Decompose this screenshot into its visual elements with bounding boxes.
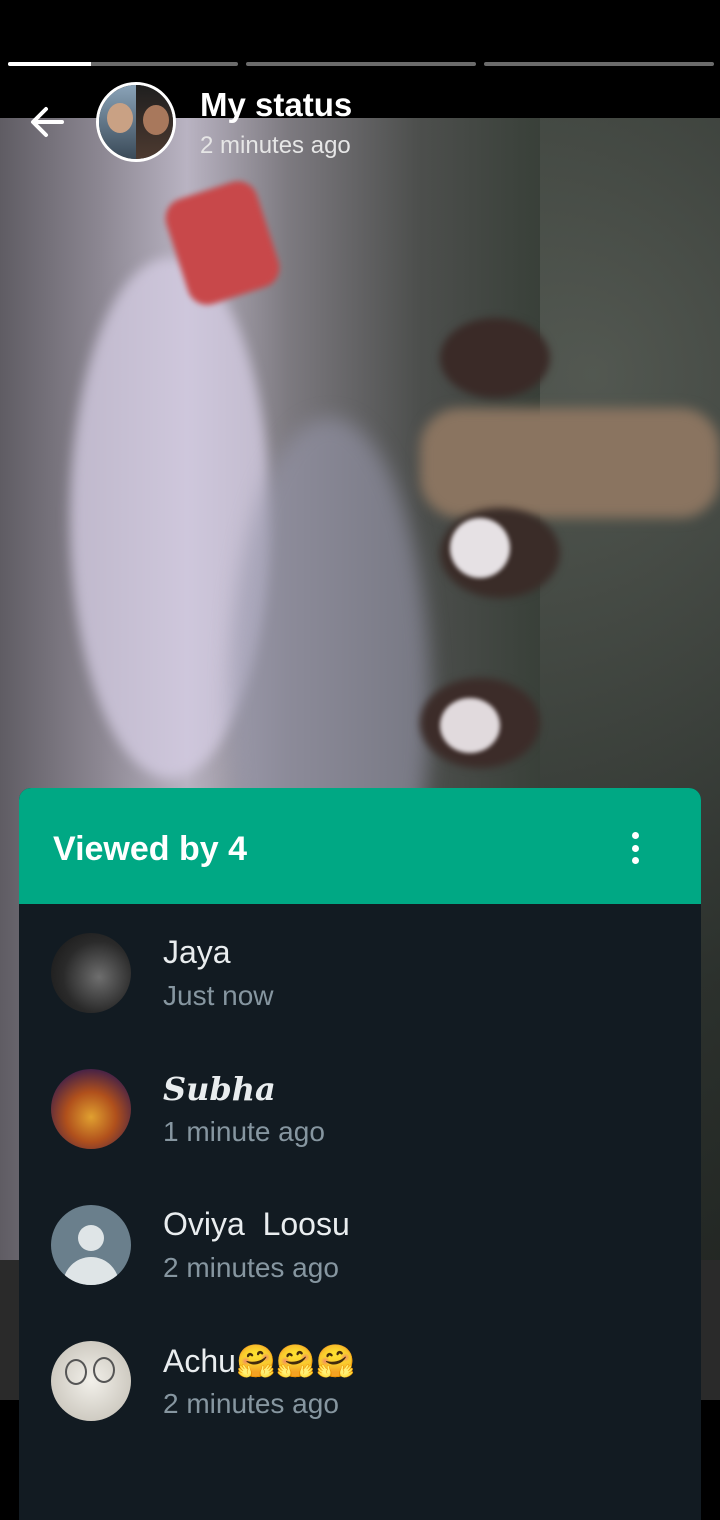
person-icon-head (78, 1225, 104, 1251)
viewer-time: 2 minutes ago (163, 1252, 339, 1283)
progress-segment (246, 62, 476, 66)
viewed-by-header: Viewed by 4 (19, 788, 701, 904)
viewer-time: Just now (163, 980, 274, 1011)
status-title: My status (200, 86, 353, 123)
more-vertical-icon (631, 857, 639, 864)
avatar-sketch (93, 1357, 115, 1383)
progress-fill (8, 62, 91, 66)
my-avatar[interactable] (96, 82, 176, 162)
progress-segment (484, 62, 714, 66)
avatar-sketch (65, 1359, 87, 1385)
more-vertical-icon (631, 844, 639, 852)
viewer-name: Subha (163, 1070, 276, 1108)
viewer-row[interactable]: Oviya Loosu 2 minutes ago (19, 1176, 701, 1312)
person-icon (51, 1205, 131, 1285)
progress-segment (8, 62, 238, 66)
viewed-by-sheet[interactable]: Viewed by 4 Jaya Just now Subha 1 minute… (19, 788, 701, 1520)
viewer-name: Jaya (163, 934, 231, 970)
back-button[interactable] (26, 100, 70, 144)
viewer-row[interactable]: Subha 1 minute ago (19, 1040, 701, 1176)
avatar-face (143, 105, 169, 135)
status-time: 2 minutes ago (200, 132, 351, 159)
viewer-time: 2 minutes ago (163, 1388, 339, 1419)
more-vertical-icon (631, 832, 639, 839)
more-options-button[interactable] (623, 826, 647, 870)
photo-person (440, 318, 550, 398)
viewed-by-title: Viewed by 4 (53, 830, 248, 868)
viewer-row[interactable]: Achu🤗🤗🤗 2 minutes ago (19, 1312, 701, 1448)
arrow-left-icon (31, 107, 64, 137)
avatar (51, 1069, 131, 1149)
photo-mask (450, 518, 510, 578)
photo-tree-trunk (420, 408, 720, 518)
viewer-row[interactable]: Jaya Just now (19, 904, 701, 1040)
avatar (51, 933, 131, 1013)
viewer-time: 1 minute ago (163, 1116, 325, 1147)
avatar (51, 1341, 131, 1421)
viewer-name: Oviya Loosu (163, 1206, 350, 1242)
person-icon-body (63, 1257, 119, 1285)
viewer-name: Achu🤗🤗🤗 (163, 1343, 356, 1379)
photo-mask (440, 698, 500, 753)
avatar-face (107, 103, 133, 133)
status-progress (8, 62, 714, 66)
